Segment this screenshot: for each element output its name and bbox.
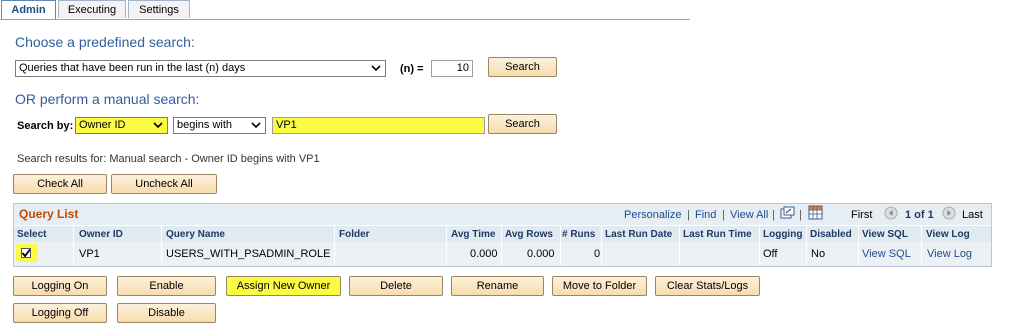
next-arrow-icon[interactable] (942, 206, 956, 220)
column-divider (858, 226, 859, 266)
cell-query-name: USERS_WITH_PSADMIN_ROLE (166, 248, 331, 260)
column-header-last-run-date: Last Run Date (605, 229, 673, 240)
operator-value: begins with (177, 119, 233, 131)
view-log-link[interactable]: View Log (927, 248, 972, 260)
column-header-runs: # Runs (562, 229, 596, 240)
search-field-value: Owner ID (79, 119, 126, 131)
download-spreadsheet-icon[interactable] (808, 205, 823, 220)
view-sql-link[interactable]: View SQL (862, 248, 911, 260)
column-divider (446, 226, 447, 266)
column-header-disabled: Disabled (810, 229, 852, 240)
search-value-input[interactable]: VP1 (272, 117, 485, 134)
column-header-folder: Folder (339, 229, 370, 240)
predefined-search-button[interactable]: Search (488, 57, 557, 77)
uncheck-all-button[interactable]: Uncheck All (111, 174, 217, 194)
column-divider (759, 226, 760, 266)
column-divider (501, 226, 502, 266)
tab-settings[interactable]: Settings (128, 0, 190, 18)
n-label: (n) = (400, 63, 424, 75)
column-divider (601, 226, 602, 266)
predefined-search-heading: Choose a predefined search: (15, 34, 195, 50)
cell-logging: Off (763, 248, 778, 260)
personalize-link[interactable]: Personalize (624, 209, 681, 221)
column-header-logging: Logging (763, 229, 803, 240)
n-days-input[interactable]: 10 (431, 60, 473, 77)
pager-last: Last (962, 209, 983, 221)
disable-button[interactable]: Disable (117, 303, 216, 323)
find-link[interactable]: Find (695, 209, 716, 221)
column-divider (806, 226, 807, 266)
enable-button[interactable]: Enable (117, 276, 216, 296)
chevron-down-icon (153, 122, 163, 129)
cell-disabled: No (811, 248, 826, 260)
grid-title: Query List (19, 207, 79, 221)
separator: | (722, 209, 725, 221)
checkmark-icon (21, 248, 31, 258)
new-window-icon[interactable] (780, 206, 795, 220)
search-results-text: Search results for: Manual search - Owne… (17, 153, 320, 165)
column-header-avg-time: Avg Time (451, 229, 496, 240)
assign-new-owner-button[interactable]: Assign New Owner (226, 276, 341, 296)
predefined-search-select[interactable]: Queries that have been run in the last (… (15, 60, 386, 77)
manual-search-heading: OR perform a manual search: (15, 91, 200, 107)
row-select-checkbox[interactable] (21, 248, 31, 258)
chevron-down-icon (251, 122, 261, 129)
column-divider (73, 226, 74, 266)
clear-stats-logs-button[interactable]: Clear Stats/Logs (655, 276, 760, 296)
column-divider (334, 226, 335, 266)
pager-first: First (851, 209, 873, 221)
column-header-view-sql: View SQL (862, 229, 908, 240)
separator: | (772, 209, 775, 221)
logging-on-button[interactable]: Logging On (13, 276, 107, 296)
column-divider (921, 226, 922, 266)
separator: | (687, 209, 690, 221)
cell-avg-time: 0.000 (470, 248, 498, 260)
check-all-button[interactable]: Check All (13, 174, 107, 194)
column-divider (679, 226, 680, 266)
tab-divider (0, 19, 690, 20)
predefined-search-value: Queries that have been run in the last (… (19, 62, 246, 74)
column-header-select: Select (17, 229, 47, 240)
tab-admin[interactable]: Admin (1, 0, 56, 20)
manual-search-button[interactable]: Search (488, 114, 557, 134)
cell-owner-id: VP1 (79, 248, 100, 260)
column-divider (161, 226, 162, 266)
column-divider (560, 226, 561, 266)
view-all-link[interactable]: View All (730, 209, 768, 221)
separator: | (799, 209, 802, 221)
search-field-select[interactable]: Owner ID (75, 117, 168, 134)
cell-runs: 0 (594, 248, 601, 260)
previous-arrow-icon[interactable] (884, 206, 898, 220)
column-header-last-run-time: Last Run Time (683, 229, 752, 240)
column-header-avg-rows: Avg Rows (505, 229, 553, 240)
grid-title-bar (14, 204, 991, 225)
move-to-folder-button[interactable]: Move to Folder (552, 276, 647, 296)
column-header-query-name: Query Name (166, 229, 225, 240)
pager-range: 1 of 1 (905, 209, 934, 221)
tab-executing[interactable]: Executing (58, 0, 126, 18)
logging-off-button[interactable]: Logging Off (13, 303, 107, 323)
column-header-view-log: View Log (926, 229, 970, 240)
search-by-label: Search by: (17, 120, 74, 132)
delete-button[interactable]: Delete (349, 276, 443, 296)
chevron-down-icon (371, 65, 381, 72)
operator-select[interactable]: begins with (173, 117, 266, 134)
column-header-owner-id: Owner ID (79, 229, 123, 240)
rename-button[interactable]: Rename (451, 276, 544, 296)
cell-avg-rows: 0.000 (527, 248, 555, 260)
